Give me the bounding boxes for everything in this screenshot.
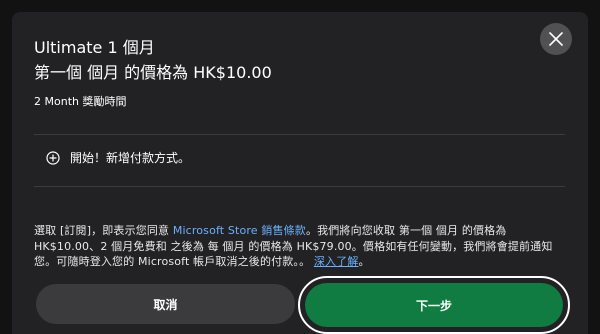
add-payment-method-label: 開始！新增付款方式。 [70, 151, 191, 165]
product-title: Ultimate 1 個月 [34, 38, 155, 57]
close-icon [549, 32, 563, 46]
divider [34, 134, 565, 135]
cancel-button[interactable]: 取消 [36, 284, 295, 324]
price-summary: 第一個 個月 的價格為 HK$10.00 [34, 63, 272, 82]
legal-text-part: 。 [299, 255, 311, 268]
legal-text-part: 。 [358, 255, 370, 268]
legal-text-part: 選取 [訂閱]，即表示您同意 [34, 224, 173, 237]
next-button-label: 下一步 [305, 283, 563, 327]
bonus-time-label: 2 Month 獎勵時間 [34, 95, 127, 108]
close-button[interactable] [540, 23, 572, 55]
next-button[interactable]: 下一步 [298, 276, 570, 334]
terms-of-sale-link[interactable]: Microsoft Store 銷售條款 [173, 224, 306, 237]
divider [34, 186, 565, 187]
legal-text: 選取 [訂閱]，即表示您同意 Microsoft Store 銷售條款。我們將向… [34, 223, 574, 270]
add-payment-method-button[interactable]: 開始！新增付款方式。 [46, 150, 190, 166]
learn-more-link[interactable]: 深入了解 [314, 255, 359, 268]
purchase-dialog: Ultimate 1 個月 第一個 個月 的價格為 HK$10.00 2 Mon… [12, 12, 588, 334]
plus-circle-icon [46, 151, 60, 165]
